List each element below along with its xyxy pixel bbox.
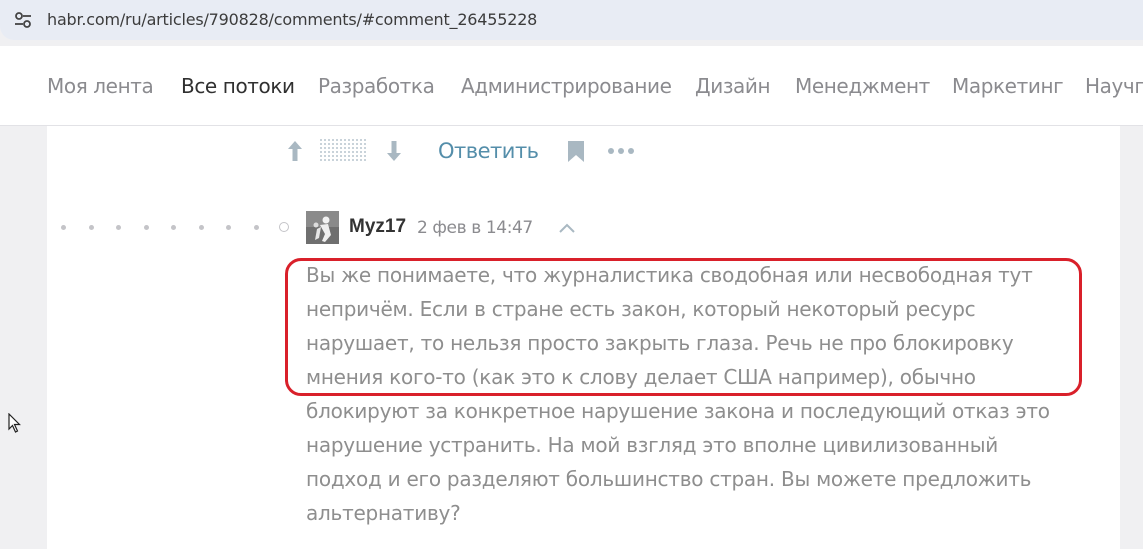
more-icon[interactable]	[607, 146, 635, 156]
nav-item-administration[interactable]: Администрирование	[461, 74, 672, 98]
comment-line: блокируют за конкретное нарушение закона…	[306, 399, 1050, 423]
nav-item-my-feed[interactable]: Моя лента	[47, 74, 154, 98]
highlight-annotation	[285, 258, 1082, 396]
nav-item-design[interactable]: Дизайн	[695, 74, 771, 98]
arrow-down-icon[interactable]	[384, 139, 404, 163]
arrow-up-icon[interactable]	[285, 139, 305, 163]
nav-item-development[interactable]: Разработка	[318, 74, 435, 98]
comment-author[interactable]: Myz17	[349, 216, 406, 238]
comment-date[interactable]: 2 фев в 14:47	[417, 218, 533, 238]
score-hidden-icon	[320, 139, 367, 163]
nav-item-science[interactable]: Научп	[1085, 74, 1143, 98]
comment-line: подход и его разделяют большинство стран…	[306, 467, 1032, 491]
chevron-up-icon[interactable]	[558, 221, 576, 235]
url-text[interactable]: habr.com/ru/articles/790828/comments/#co…	[47, 10, 537, 29]
avatar[interactable]	[306, 211, 339, 244]
comment-line: нарушение устранить. На мой взгляд это в…	[306, 433, 999, 457]
flows-nav: Моя лента Все потоки Разработка Админист…	[0, 46, 1143, 126]
bookmark-icon[interactable]	[567, 140, 585, 163]
nav-item-management[interactable]: Менеджмент	[795, 74, 930, 98]
thread-depth-indicator	[58, 222, 298, 234]
nav-item-marketing[interactable]: Маркетинг	[952, 74, 1064, 98]
reply-link[interactable]: Ответить	[438, 139, 539, 163]
comment-line: альтернативу?	[306, 501, 461, 525]
tune-icon[interactable]	[14, 11, 32, 29]
mouse-cursor-icon	[8, 413, 21, 433]
nav-item-all-flows[interactable]: Все потоки	[181, 74, 295, 98]
address-bar[interactable]: habr.com/ru/articles/790828/comments/#co…	[0, 0, 1143, 40]
